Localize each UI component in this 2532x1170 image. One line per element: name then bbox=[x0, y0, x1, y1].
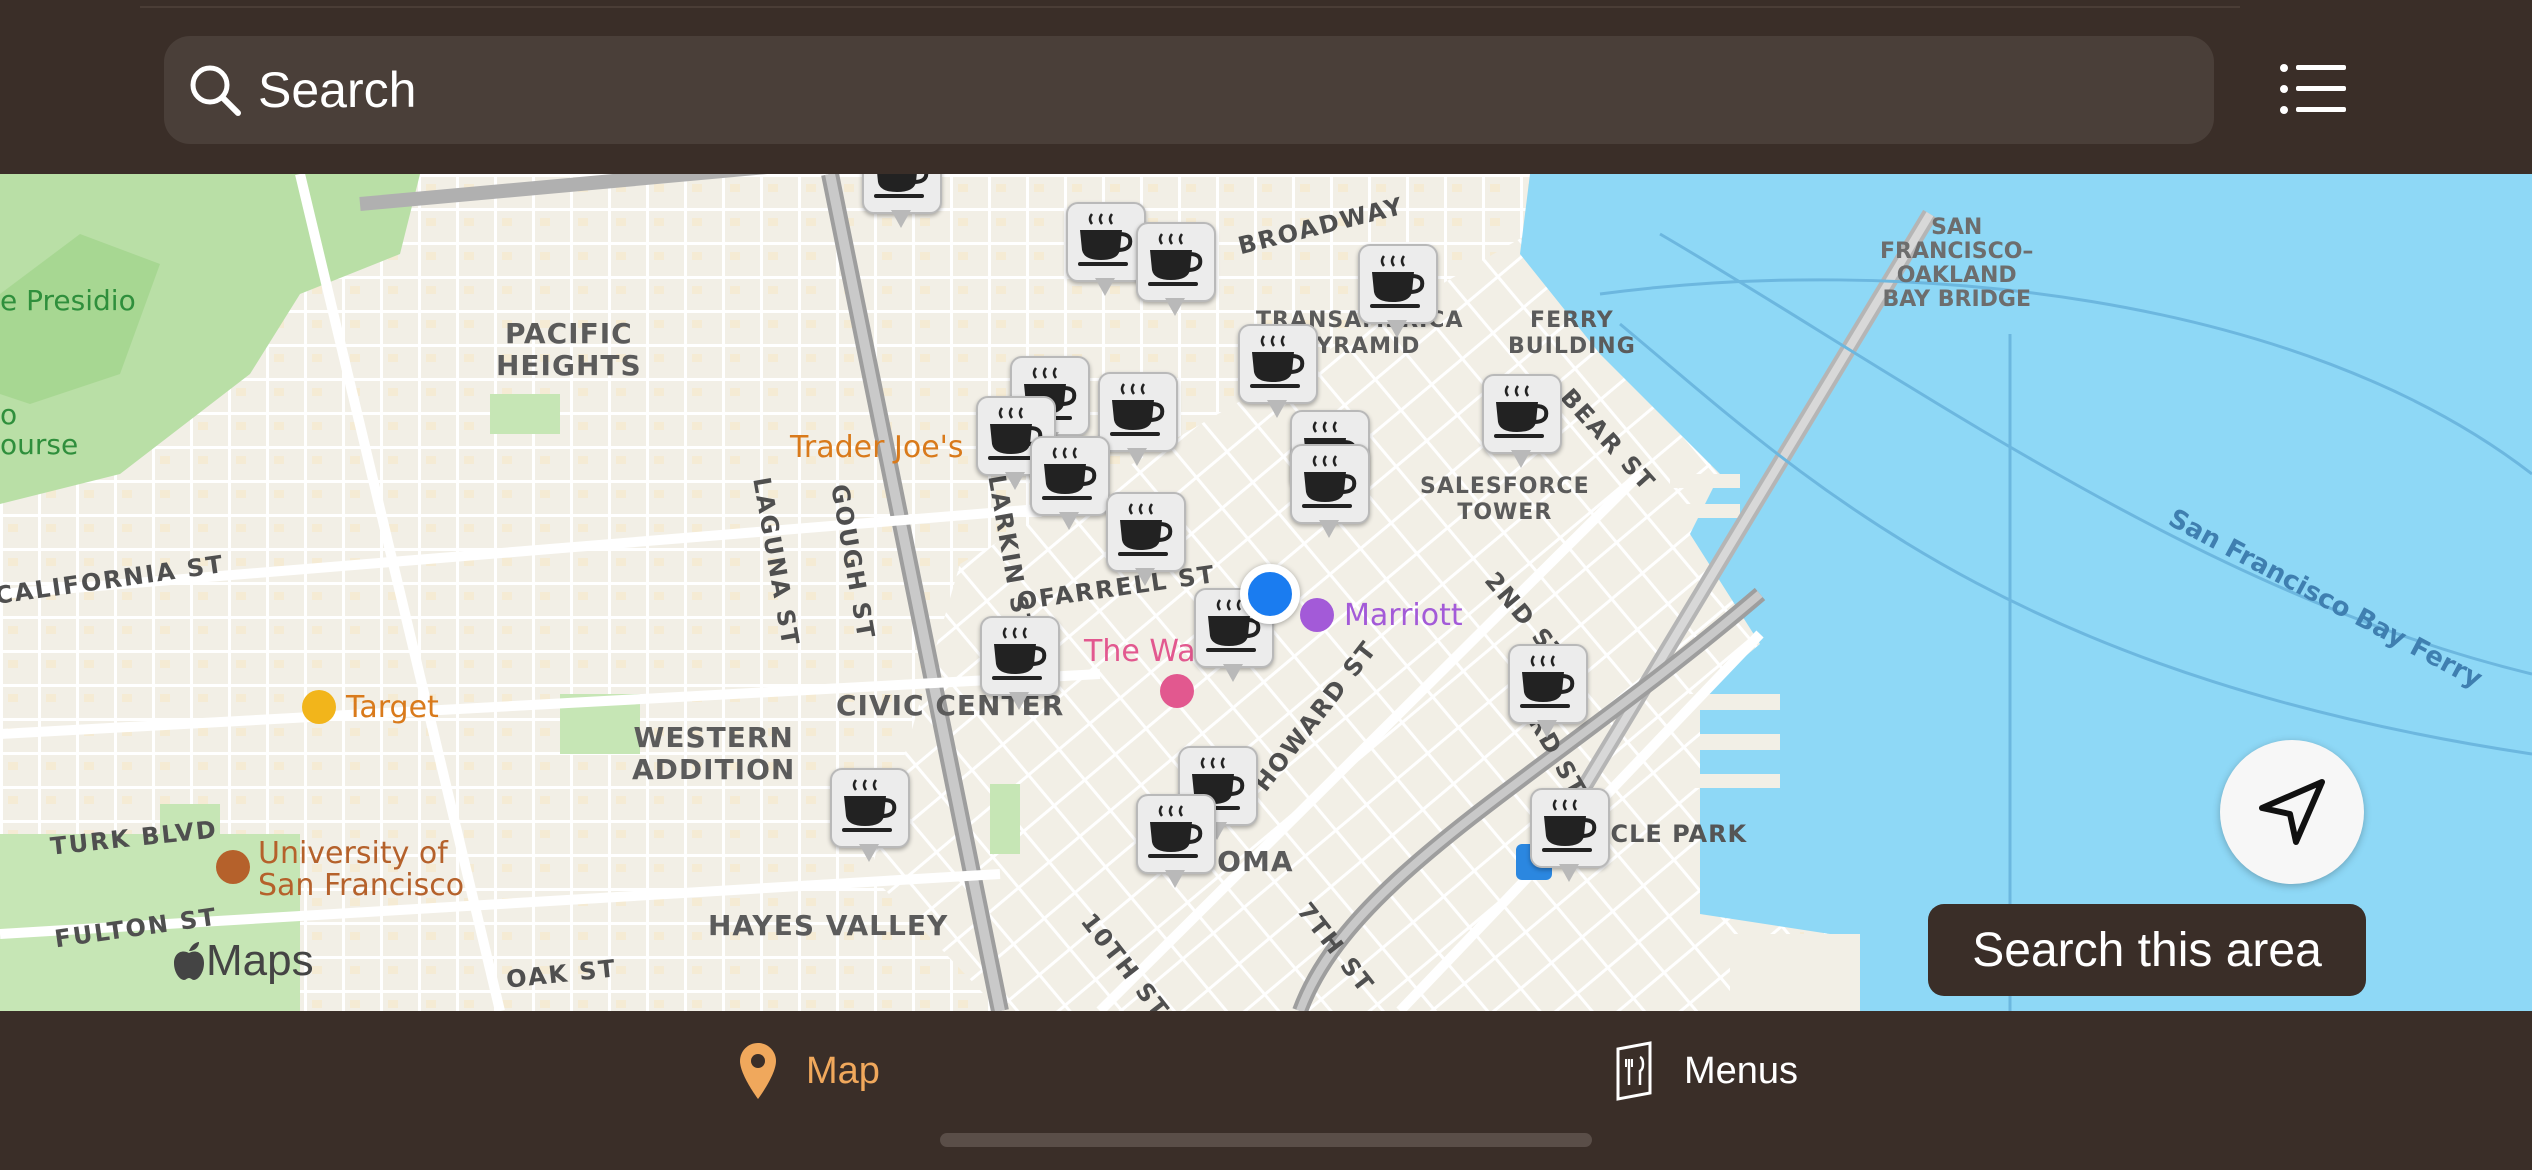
coffee-cup-icon bbox=[1148, 233, 1203, 286]
coffee-shop-pin[interactable] bbox=[1136, 794, 1216, 890]
coffee-shop-pin[interactable] bbox=[1238, 324, 1318, 420]
coffee-cup-icon bbox=[1542, 799, 1597, 852]
poi-marriott[interactable]: Marriott bbox=[1344, 598, 1463, 633]
search-placeholder: Search bbox=[258, 62, 417, 118]
coffee-cup-icon bbox=[1078, 213, 1133, 266]
poi-golf-course[interactable]: o ourse bbox=[0, 400, 78, 460]
location-arrow-icon bbox=[2259, 779, 2325, 845]
menu-card-icon bbox=[1616, 1041, 1652, 1101]
search-this-area-button[interactable]: Search this area bbox=[1928, 904, 2366, 996]
coffee-shop-pin[interactable] bbox=[830, 768, 910, 864]
poi-the-warfield[interactable]: The Wa bbox=[1084, 634, 1195, 669]
coffee-cup-icon bbox=[1302, 455, 1357, 508]
coffee-cup-icon bbox=[1110, 383, 1165, 436]
coffee-cup-icon bbox=[992, 627, 1047, 680]
district-label: SALESFORCE TOWER bbox=[1420, 474, 1590, 525]
district-label: HAYES VALLEY bbox=[708, 909, 949, 942]
coffee-cup-icon bbox=[1148, 805, 1203, 858]
user-location-dot bbox=[1240, 564, 1300, 624]
coffee-shop-pin[interactable] bbox=[1290, 444, 1370, 540]
hotel-icon[interactable] bbox=[1300, 598, 1334, 632]
tab-menus[interactable]: Menus bbox=[1614, 1031, 1798, 1111]
poi-presidio[interactable]: e Presidio bbox=[0, 284, 136, 317]
target-icon[interactable] bbox=[302, 690, 336, 724]
map-view[interactable]: PACIFIC HEIGHTS WESTERN ADDITION CIVIC C… bbox=[0, 174, 2532, 1011]
home-indicator bbox=[940, 1133, 1592, 1147]
tab-map-label: Map bbox=[806, 1049, 880, 1092]
tab-bar: Map Menus bbox=[0, 1011, 2532, 1170]
coffee-cup-icon bbox=[874, 174, 929, 198]
search-icon bbox=[190, 65, 241, 116]
coffee-shop-pin[interactable] bbox=[862, 174, 942, 230]
coffee-cup-icon bbox=[1520, 655, 1575, 708]
maps-attribution[interactable]: Maps bbox=[172, 936, 314, 986]
poi-trader-joes[interactable]: Trader Joe's bbox=[790, 430, 964, 465]
coffee-shop-pin[interactable] bbox=[1106, 492, 1186, 588]
coffee-cup-icon bbox=[1494, 385, 1549, 438]
search-input[interactable]: Search bbox=[164, 36, 2214, 144]
poi-target[interactable]: Target bbox=[346, 690, 439, 725]
coffee-cup-icon bbox=[842, 779, 897, 832]
locate-me-button[interactable] bbox=[2220, 740, 2364, 884]
coffee-shop-pin[interactable] bbox=[1030, 436, 1110, 532]
coffee-cup-icon bbox=[1118, 503, 1173, 556]
coffee-shop-pin[interactable] bbox=[1358, 244, 1438, 340]
apple-logo-icon bbox=[174, 942, 204, 980]
tab-menus-label: Menus bbox=[1684, 1049, 1799, 1092]
coffee-shop-pin[interactable] bbox=[1482, 374, 1562, 470]
coffee-cup-icon bbox=[1250, 335, 1305, 388]
coffee-cup-icon bbox=[1370, 255, 1425, 308]
maps-attribution-text: Maps bbox=[206, 936, 314, 985]
coffee-shop-pin[interactable] bbox=[1530, 788, 1610, 884]
top-divider bbox=[140, 6, 2240, 8]
university-icon[interactable] bbox=[216, 850, 250, 884]
coffee-cup-icon bbox=[1042, 447, 1097, 500]
poi-university[interactable]: University of San Francisco bbox=[258, 838, 464, 902]
coffee-shop-pin[interactable] bbox=[980, 616, 1060, 712]
coffee-shop-pin[interactable] bbox=[1136, 222, 1216, 318]
coffee-shop-pin[interactable] bbox=[1066, 202, 1146, 298]
district-label: WESTERN ADDITION bbox=[632, 721, 796, 786]
tab-map[interactable]: Map bbox=[738, 1031, 880, 1111]
bridge-label: SAN FRANCISCO– OAKLAND BAY BRIDGE bbox=[1880, 215, 2034, 312]
theater-icon[interactable] bbox=[1160, 674, 1194, 708]
district-label: FERRY BUILDING bbox=[1508, 308, 1636, 359]
district-label: PACIFIC HEIGHTS bbox=[496, 317, 642, 382]
coffee-shop-pin[interactable] bbox=[1508, 644, 1588, 740]
top-bar: Search bbox=[0, 0, 2532, 174]
map-pin-icon bbox=[740, 1043, 776, 1099]
list-icon[interactable] bbox=[2278, 62, 2348, 116]
